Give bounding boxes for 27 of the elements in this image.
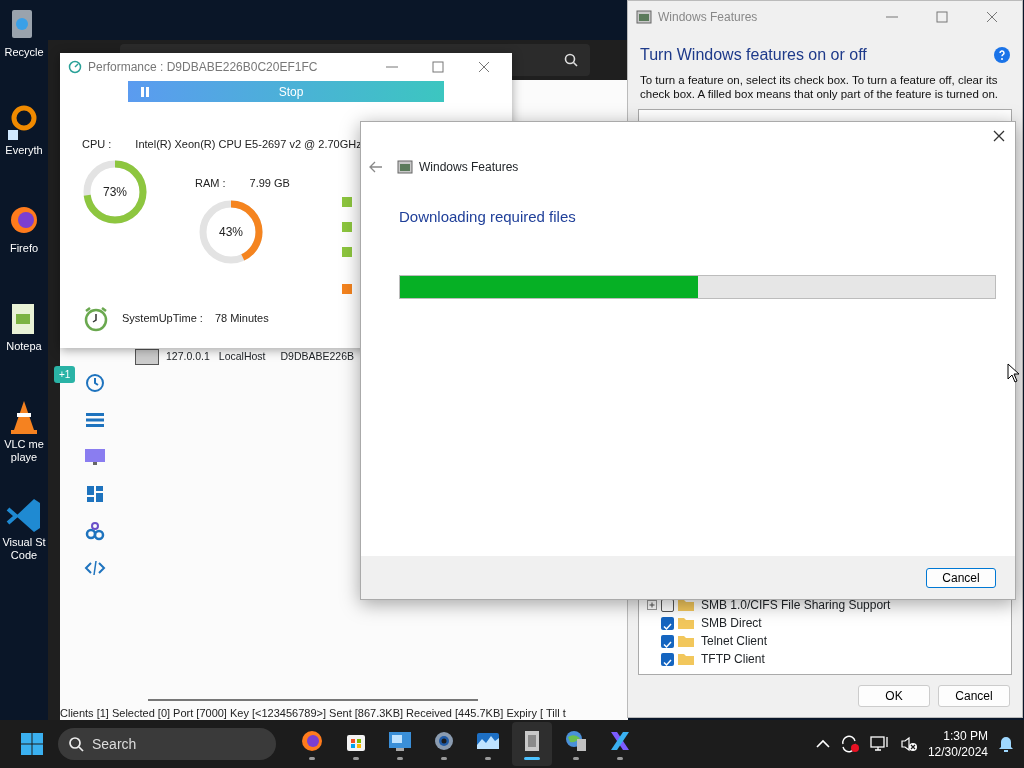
icon-label: VLC me [4, 438, 44, 451]
field-label: SystemUpTime : [122, 311, 203, 327]
status-text: Clients [1] Selected [0] Port [7000] Key [<123456789>] Sent [867.3KB] Received [445.7KB] Expiry [ Till t [60, 706, 567, 720]
icon-label: Code [10, 549, 38, 562]
icon-label: Notepa [6, 340, 42, 353]
window-title: Windows Features [419, 159, 519, 176]
icon-label: Recycle [4, 46, 44, 59]
icon-label: playe [10, 451, 38, 464]
field-label: CPU : [82, 137, 112, 152]
table-cell: 127.0.0.1 [166, 349, 210, 365]
window-title: Performance : D9DBABE226B0C20EF1FC [88, 59, 319, 76]
description-text: To turn a feature on, select its check box. To turn a feature off, clear its check box. A filled box means that only part of the feature is turned on. [639, 73, 999, 101]
table-cell: D9DBABE226B [280, 349, 355, 365]
field-label: RAM : [195, 175, 226, 191]
gauge-reading: 43% [219, 224, 243, 241]
field-value: Intel(R) Xeon(R) CPU E5-2697 v2 @ 2.70GHz [135, 137, 362, 152]
icon-label: Firefo [9, 242, 39, 255]
count-badge: +1 [54, 366, 76, 383]
icon-label: Everyth [5, 144, 43, 157]
field-value: 7.99 GB [249, 175, 290, 191]
window-title: Windows Features [658, 9, 759, 26]
field-value: 78 Minutes [214, 311, 269, 327]
dialog-heading: Downloading required files [398, 207, 577, 227]
icon-label: Visual St [2, 536, 46, 549]
dialog-heading: Turn Windows features on or off [640, 45, 867, 65]
gauge-reading: 73% [103, 183, 127, 201]
table-cell: LocalHost [218, 349, 266, 365]
